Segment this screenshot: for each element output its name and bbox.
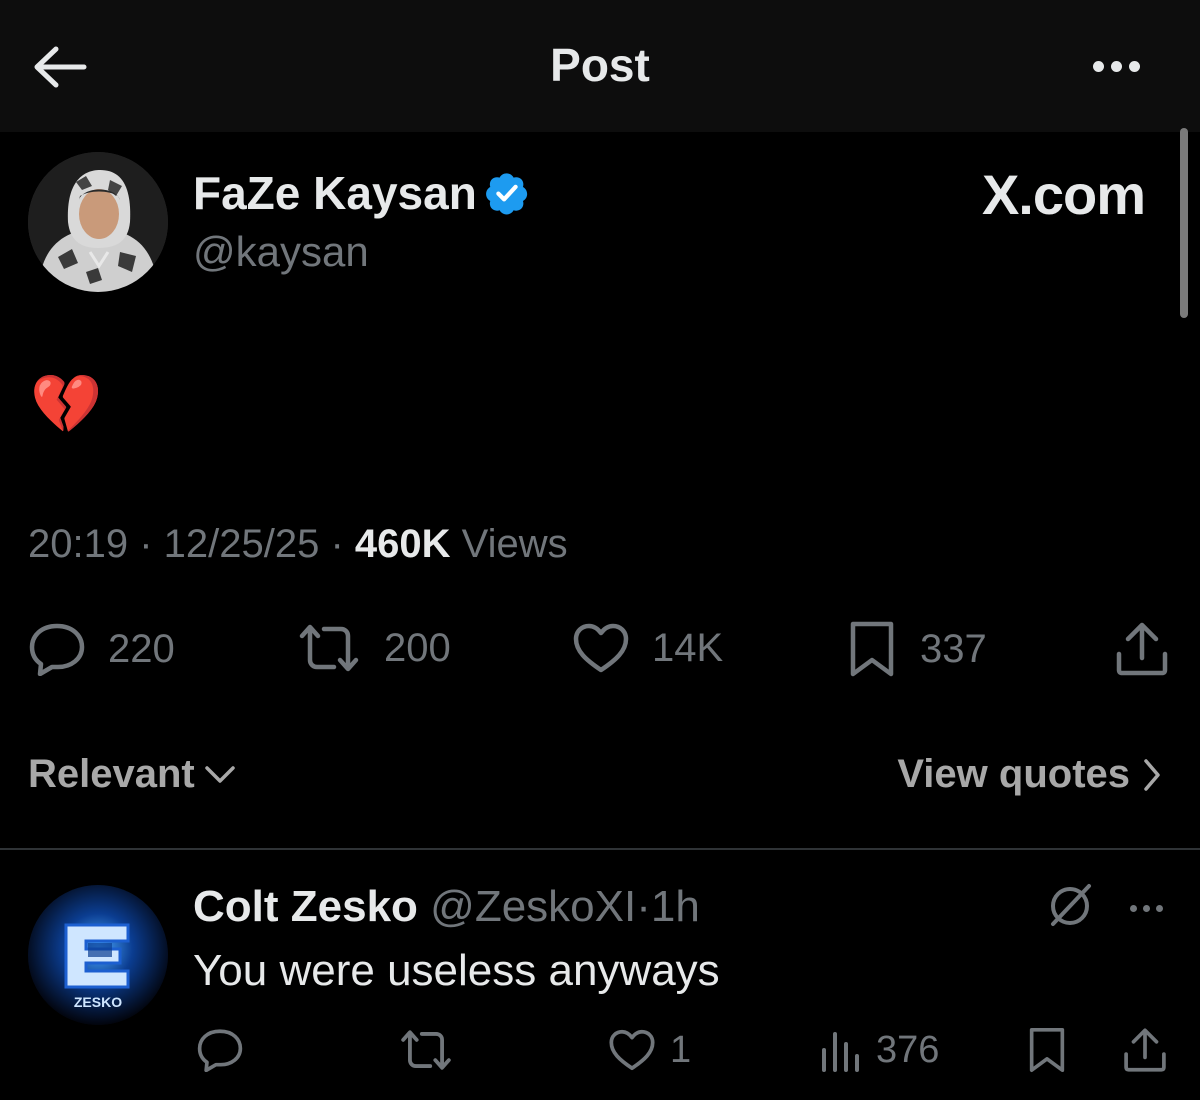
more-icon — [1092, 60, 1104, 72]
like-button[interactable]: 14K — [572, 622, 723, 674]
post-date[interactable]: 12/25/25 — [164, 522, 320, 566]
reply-separator: · — [636, 882, 651, 931]
views-count: 460K — [354, 522, 451, 566]
reply-time[interactable]: 1h — [651, 882, 700, 931]
post-meta: 20:19 · 12/25/25 · 460K Views — [28, 522, 568, 566]
repost-icon — [299, 624, 359, 672]
reply-author-handle[interactable]: @ZeskoXI — [430, 882, 636, 931]
page-title: Post — [550, 39, 650, 91]
repost-count: 200 — [384, 625, 451, 670]
bookmark-icon — [850, 621, 894, 677]
avatar-image — [28, 152, 168, 292]
like-icon — [609, 1029, 655, 1071]
share-button[interactable] — [1114, 620, 1170, 678]
divider — [0, 848, 1200, 850]
reply-text: You were useless anyways — [193, 946, 720, 995]
reply-icon — [197, 1029, 243, 1072]
share-icon — [1124, 1028, 1166, 1072]
reply-repost-button[interactable] — [398, 1028, 454, 1072]
reply-reply-button[interactable] — [196, 1028, 244, 1072]
repost-icon — [401, 1030, 451, 1070]
view-quotes-link[interactable]: View quotes — [897, 752, 1162, 797]
author-name[interactable]: FaZe Kaysan — [193, 166, 477, 220]
sort-label: Relevant — [28, 752, 195, 796]
repost-button[interactable]: 200 — [296, 622, 451, 674]
post-text: 💔 — [30, 372, 103, 437]
reply-like-button[interactable]: 1 — [608, 1028, 691, 1072]
views-label: Views — [461, 522, 568, 566]
reply-avatar-label: ZESKO — [74, 994, 122, 1010]
post-time[interactable]: 20:19 — [28, 522, 128, 566]
reply-author-name[interactable]: Colt Zesko — [193, 882, 418, 931]
reply-like-count: 1 — [670, 1028, 692, 1071]
reply-button[interactable]: 220 — [28, 622, 175, 676]
more-icon — [1129, 904, 1137, 912]
bookmark-icon — [1029, 1027, 1065, 1073]
sort-dropdown[interactable]: Relevant — [28, 752, 237, 797]
reply-more-button[interactable] — [1122, 896, 1170, 920]
author-avatar[interactable] — [28, 152, 168, 292]
author-handle[interactable]: @kaysan — [193, 228, 369, 276]
reply-count: 220 — [108, 626, 175, 671]
reply-header: Colt Zesko @ZeskoXI·1h — [193, 882, 700, 932]
bookmark-count: 337 — [920, 626, 987, 671]
reply-share-button[interactable] — [1122, 1026, 1168, 1074]
bookmark-button[interactable]: 337 — [846, 620, 987, 678]
reply-views-count: 376 — [876, 1028, 940, 1071]
reply-bookmark-button[interactable] — [1026, 1026, 1068, 1074]
chevron-down-icon — [205, 765, 235, 783]
view-quotes-label: View quotes — [897, 752, 1130, 796]
x-watermark: X.com — [981, 163, 1146, 226]
views-icon — [822, 1032, 859, 1072]
reply-views-button[interactable]: 376 — [818, 1028, 939, 1072]
verified-badge-icon — [486, 173, 528, 215]
like-icon — [573, 623, 629, 673]
scrollbar[interactable] — [1180, 128, 1188, 318]
share-icon — [1116, 622, 1168, 676]
more-options-button[interactable] — [1080, 44, 1152, 88]
chevron-right-icon — [1144, 758, 1160, 791]
reply-author-avatar[interactable]: ZESKO — [28, 885, 168, 1025]
top-bar: Post — [0, 0, 1200, 132]
reply-icon — [29, 623, 85, 676]
reply-avatar-image: ZESKO — [28, 885, 168, 1025]
grok-icon[interactable] — [1045, 880, 1095, 930]
like-count: 14K — [652, 625, 724, 670]
